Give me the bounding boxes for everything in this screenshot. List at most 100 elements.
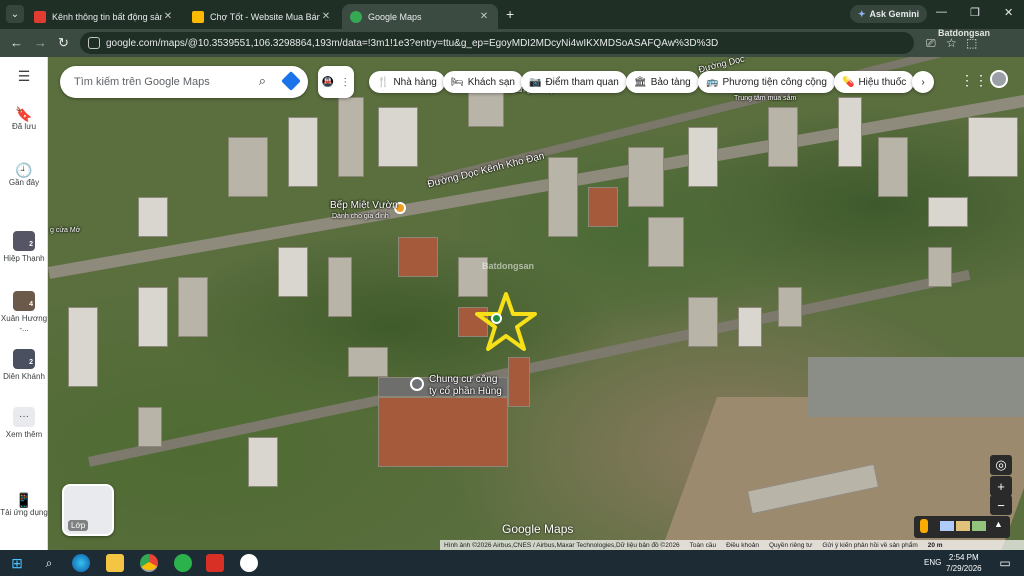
sidebar-item-label: Diên Khánh bbox=[3, 372, 45, 381]
close-tab-icon[interactable]: ✕ bbox=[320, 11, 332, 22]
cast-icon[interactable]: ⎚ bbox=[926, 36, 936, 51]
chip-attractions[interactable]: 📷 Điểm tham quan bbox=[521, 71, 627, 93]
chrome-icon[interactable] bbox=[140, 554, 158, 572]
notifications-icon[interactable]: ▭ bbox=[996, 554, 1014, 572]
site-info-icon[interactable] bbox=[88, 37, 100, 49]
tab-title: Kênh thông tin bất động sản - N bbox=[52, 11, 162, 22]
building bbox=[588, 187, 618, 227]
transit-layers-button[interactable]: 🚇 ⋮ bbox=[318, 66, 354, 98]
global-link[interactable]: Toàn cầu bbox=[690, 542, 716, 549]
edge-icon[interactable] bbox=[72, 554, 90, 572]
street-view-thumb[interactable] bbox=[972, 521, 986, 531]
place-label[interactable]: Trung tâm mua sắm bbox=[734, 95, 796, 102]
chip-transit[interactable]: 🚌 Phương tiện công cộng bbox=[698, 71, 835, 93]
search-input[interactable]: Tìm kiếm trên Google Maps bbox=[74, 76, 210, 88]
chip-label: Phương tiện công cộng bbox=[722, 76, 827, 88]
clock[interactable]: 2:54 PM 7/29/2026 bbox=[946, 552, 982, 574]
sidebar-item-dien-khanh[interactable]: 2 Diên Khánh bbox=[0, 349, 48, 382]
street-view-bar[interactable]: ▲ bbox=[914, 516, 1010, 538]
chip-pharmacies[interactable]: 💊 Hiệu thuốc bbox=[834, 71, 915, 93]
chip-label: Bảo tàng bbox=[650, 76, 691, 88]
app-icon[interactable] bbox=[240, 554, 258, 572]
sidebar-item-recent[interactable]: 🕘 Gần đây bbox=[0, 163, 48, 188]
url-text: google.com/maps/@10.3539551,106.3298864,… bbox=[106, 37, 719, 49]
chip-restaurants[interactable]: 🍴 Nhà hàng bbox=[369, 71, 445, 93]
tab-batdongsan[interactable]: Kênh thông tin bất động sản - N ✕ bbox=[26, 4, 182, 29]
sidebar-item-xuan-huong[interactable]: 4 Xuân Hương -... bbox=[0, 291, 48, 334]
dropdown-icon: ⋮ bbox=[340, 76, 351, 88]
pegman-icon[interactable] bbox=[920, 519, 928, 533]
expand-icon[interactable]: ▲ bbox=[994, 519, 1003, 529]
search-icon[interactable]: ⌕ bbox=[259, 73, 266, 89]
zoom-in-button[interactable]: + bbox=[990, 476, 1012, 496]
date: 7/29/2026 bbox=[946, 564, 982, 573]
building bbox=[398, 237, 438, 277]
app-icon[interactable] bbox=[174, 554, 192, 572]
chip-museums[interactable]: 🏛 Bảo tàng bbox=[626, 71, 699, 93]
feedback-link[interactable]: Gửi ý kiến phản hồi về sản phẩm bbox=[822, 542, 917, 549]
my-location-button[interactable]: ◎ bbox=[990, 455, 1012, 475]
layer-switcher[interactable]: Lớp bbox=[62, 484, 114, 536]
terms-link[interactable]: Điều khoản bbox=[726, 542, 759, 549]
apartment-pin-icon[interactable] bbox=[410, 377, 424, 391]
new-tab-button[interactable]: + bbox=[506, 6, 514, 22]
tab-strip: ⌄ Kênh thông tin bất động sản - N ✕ Chợ … bbox=[0, 0, 1024, 29]
search-icon[interactable]: ⌕ bbox=[40, 554, 58, 572]
sidebar-item-get-app[interactable]: 📱 Tải ứng dụng bbox=[0, 493, 48, 518]
tab-google-maps[interactable]: Google Maps ✕ bbox=[342, 4, 498, 29]
close-tab-icon[interactable]: ✕ bbox=[478, 11, 490, 22]
avatar[interactable] bbox=[990, 70, 1008, 88]
tab-chotot[interactable]: Chợ Tốt - Website Mua Bán, Ra ✕ bbox=[184, 4, 340, 29]
minimize-button[interactable]: — bbox=[936, 6, 947, 18]
scale-bar[interactable]: 20 m bbox=[928, 542, 943, 549]
sidebar-item-more[interactable]: ··· Xem thêm bbox=[0, 407, 48, 440]
place-label[interactable]: Chung cư công bbox=[429, 374, 497, 385]
close-tab-icon[interactable]: ✕ bbox=[162, 11, 174, 22]
privacy-link[interactable]: Quyền riêng tư bbox=[769, 542, 812, 549]
bus-icon: 🚌 bbox=[706, 76, 719, 88]
address-bar[interactable]: google.com/maps/@10.3539551,106.3298864,… bbox=[80, 32, 914, 54]
menu-button[interactable]: ☰ bbox=[0, 69, 48, 84]
tab-title: Google Maps bbox=[368, 11, 422, 22]
building bbox=[688, 297, 718, 347]
extensions-icon[interactable]: ⬚ bbox=[966, 36, 977, 50]
building bbox=[378, 107, 418, 167]
location-pin-icon[interactable] bbox=[491, 313, 502, 324]
chips-next-button[interactable]: › bbox=[912, 71, 934, 93]
google-maps-logo: Google Maps bbox=[502, 522, 574, 536]
transit-icon: 🚇 bbox=[321, 76, 335, 88]
file-explorer-icon[interactable] bbox=[106, 554, 124, 572]
tab-search-menu-button[interactable]: ⌄ bbox=[6, 5, 24, 23]
building bbox=[928, 197, 968, 227]
star-marker-icon bbox=[475, 292, 537, 351]
sidebar-item-saved[interactable]: 🔖 Đã lưu bbox=[0, 107, 48, 132]
place-thumbnail: 2 bbox=[13, 231, 35, 251]
maps-search-box[interactable]: Tìm kiếm trên Google Maps ⌕ bbox=[60, 66, 308, 98]
batdongsan-map-watermark: Batdongsan bbox=[482, 261, 535, 271]
place-label[interactable]: Bếp Miệt Vườn bbox=[330, 200, 398, 211]
street-view-thumb[interactable] bbox=[940, 521, 954, 531]
building bbox=[138, 287, 168, 347]
maximize-button[interactable]: ❐ bbox=[970, 6, 980, 19]
ask-gemini-label: Ask Gemini bbox=[869, 9, 920, 19]
building bbox=[228, 137, 268, 197]
language-indicator[interactable]: ENG bbox=[924, 558, 941, 567]
maps-sidebar: ☰ 🔖 Đã lưu 🕘 Gần đây 2 Hiệp Thạnh 4 Xuân… bbox=[0, 57, 48, 550]
building bbox=[548, 157, 578, 237]
reload-button[interactable]: ↻ bbox=[58, 35, 69, 51]
zoom-out-button[interactable]: − bbox=[990, 495, 1012, 515]
building bbox=[328, 257, 352, 317]
close-window-button[interactable]: ✕ bbox=[1004, 6, 1013, 19]
start-icon[interactable]: ⊞ bbox=[8, 554, 26, 572]
place-thumbnail: 4 bbox=[13, 291, 35, 311]
sidebar-item-hiep-thanh[interactable]: 2 Hiệp Thạnh bbox=[0, 231, 48, 264]
street-view-thumb[interactable] bbox=[956, 521, 970, 531]
directions-icon[interactable] bbox=[281, 71, 301, 91]
chip-hotels[interactable]: 🛏 Khách sạn bbox=[443, 71, 523, 93]
ask-gemini-button[interactable]: ✦ Ask Gemini bbox=[850, 5, 928, 23]
forward-button[interactable]: → bbox=[34, 35, 47, 50]
back-button[interactable]: ← bbox=[10, 35, 23, 50]
building bbox=[628, 147, 664, 207]
wps-icon[interactable] bbox=[206, 554, 224, 572]
bookmark-star-icon[interactable]: ☆ bbox=[946, 36, 957, 50]
